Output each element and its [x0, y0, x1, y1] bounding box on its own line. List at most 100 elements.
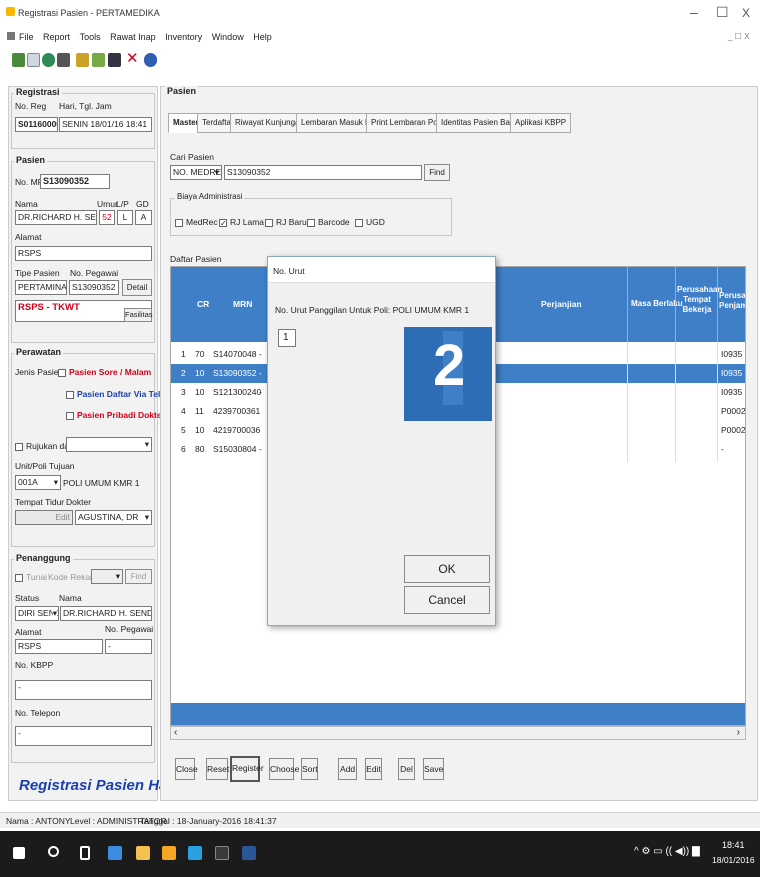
ok-button[interactable]: OK — [404, 555, 490, 583]
detail-button[interactable]: Detail — [122, 279, 152, 296]
menu-rawat-inap[interactable]: Rawat Inap — [110, 32, 156, 42]
col-gridline — [717, 342, 718, 462]
pegawai-field[interactable]: S13090352 — [69, 280, 119, 295]
register-button[interactable]: Register — [230, 756, 264, 782]
clock-date[interactable]: 18/01/2016 — [712, 855, 755, 865]
col-gridline — [675, 342, 676, 462]
close-form-button[interactable]: Close — [175, 758, 198, 780]
explorer-icon[interactable] — [162, 846, 176, 860]
tab-print-poli[interactable]: Print Lembaran Poli — [366, 113, 447, 133]
task-view-icon[interactable] — [80, 846, 90, 860]
alamat-pj-field[interactable]: RSPS — [15, 639, 103, 654]
window-title: Registrasi Pasien - PERTAMEDIKA — [18, 8, 160, 18]
scroll-left-icon[interactable]: ‹ — [174, 727, 177, 738]
cari-input[interactable]: S13090352 — [224, 165, 422, 180]
lp-field[interactable]: L — [117, 210, 133, 225]
pasien-title: Pasien — [14, 155, 48, 165]
sort-button[interactable]: Sort — [301, 758, 318, 780]
add-button[interactable]: Add — [338, 758, 357, 780]
menu-inventory[interactable]: Inventory — [165, 32, 202, 42]
save-button[interactable]: Save — [423, 758, 444, 780]
registrasi-title: Registrasi — [14, 87, 62, 97]
menu-tools[interactable]: Tools — [80, 32, 101, 42]
rujukan-select[interactable]: ▾ — [66, 437, 152, 452]
word-icon[interactable] — [242, 846, 256, 860]
tab-kbpp[interactable]: Aplikasi KBPP — [510, 113, 572, 133]
del-button[interactable]: Del — [398, 758, 415, 780]
menu-report[interactable]: Report — [43, 32, 70, 42]
choose-button[interactable]: Choose — [269, 758, 299, 780]
scroll-right-icon[interactable]: › — [737, 727, 740, 738]
skype-icon[interactable] — [188, 846, 202, 860]
nama-pj-label: Nama — [59, 593, 82, 603]
status-select[interactable]: DIRI SENDIRI▾ — [15, 606, 59, 621]
barcode-checkbox[interactable]: Barcode — [307, 217, 350, 227]
info-icon[interactable] — [144, 53, 157, 67]
horizontal-scrollbar[interactable]: ‹ › — [170, 726, 746, 740]
browser-icon[interactable] — [108, 846, 122, 860]
globe-icon[interactable] — [42, 53, 55, 67]
tools-icon[interactable] — [92, 53, 105, 67]
chevron-down-icon: ▾ — [52, 608, 57, 619]
clock-time[interactable]: 18:41 — [722, 840, 745, 850]
ugd-checkbox[interactable]: UGD — [355, 217, 385, 227]
rj-lama-checkbox[interactable]: ✓ RJ Lama — [219, 217, 264, 227]
dokter-select[interactable]: AGUSTINA, DR ▾ — [75, 510, 152, 525]
kbpp-field[interactable]: - — [15, 680, 152, 700]
dialog-title: No. Urut — [273, 266, 305, 276]
minimize-button[interactable]: – — [690, 4, 698, 20]
tunai-checkbox[interactable]: Tunai — [15, 572, 47, 582]
nama-pj-field[interactable]: DR.RICHARD H. SENDUK M. — [60, 606, 152, 621]
telepon-field[interactable]: - — [15, 726, 152, 746]
tempat-field[interactable]: Edit — [15, 510, 73, 525]
edit-button[interactable]: Edit — [365, 758, 382, 780]
menu-file[interactable]: File — [19, 32, 34, 42]
hari-field[interactable]: SENIN 18/01/16 18:41 — [59, 117, 152, 132]
mdi-controls[interactable]: _ ☐ X — [728, 32, 749, 41]
gd-field[interactable]: A — [135, 210, 152, 225]
tipe-field[interactable]: PERTAMINA — [15, 280, 67, 295]
system-tray[interactable]: ^ ⚙ ▭ (( ◀)) ▇ — [634, 846, 700, 857]
rujukan-checkbox[interactable]: Rujukan dari — [15, 441, 74, 451]
menu-help[interactable]: Help — [253, 32, 272, 42]
restore-button[interactable]: ☐ — [716, 4, 729, 21]
document-icon[interactable] — [27, 53, 40, 67]
daftar-label: Daftar Pasien — [170, 254, 222, 264]
alamat-field[interactable]: RSPS — [15, 246, 152, 261]
find-button[interactable]: Find — [424, 164, 450, 181]
search-icon[interactable] — [48, 846, 59, 857]
no-reg-field[interactable]: S011600003 — [15, 117, 58, 132]
reset-button[interactable]: Reset — [206, 758, 229, 780]
monitor-icon[interactable] — [108, 53, 121, 67]
rj-baru-checkbox[interactable]: RJ Baru — [265, 217, 307, 227]
col-penjamin: Perusah Penjam — [719, 291, 746, 310]
fasilitas-button[interactable]: Fasilitas — [124, 308, 153, 322]
nama-field[interactable]: DR.RICHARD H. SENDUK M. — [15, 210, 97, 225]
folder-icon[interactable] — [136, 846, 150, 860]
start-icon[interactable] — [13, 847, 25, 859]
cancel-icon[interactable]: ✕ — [126, 51, 139, 66]
exit-icon[interactable] — [12, 53, 25, 67]
pasien-sore-option[interactable]: Pasien Sore / Malam — [58, 367, 151, 377]
telepon-label: No. Telepon — [15, 708, 61, 718]
pegawai-label: No. Pegawai — [70, 268, 119, 278]
pegawai-pj-field[interactable]: - — [105, 639, 152, 654]
notes-icon[interactable] — [76, 53, 89, 67]
printer-icon[interactable] — [57, 53, 70, 67]
pasien-pribadi-option[interactable]: Pasien Pribadi Dokter — [66, 410, 165, 420]
medrec-checkbox[interactable]: MedRec — [175, 217, 218, 227]
status-bar: Nama : ANTONY Level : ADMINISTRATOR Tang… — [0, 812, 760, 828]
jenis-label: Jenis Pasien — [15, 367, 64, 377]
menu-window[interactable]: Window — [212, 32, 244, 42]
dokter-label: Dokter — [66, 497, 92, 507]
unit-code-select[interactable]: 001A ▾ — [15, 475, 61, 490]
app-taskbar-icon[interactable] — [215, 846, 229, 860]
umur-field[interactable]: 52 — [99, 210, 115, 225]
no-urut-input[interactable]: 1 — [278, 329, 296, 347]
find-kode-button[interactable]: Find — [125, 569, 152, 584]
cancel-button[interactable]: Cancel — [404, 586, 490, 614]
kode-select[interactable]: ▾ — [91, 569, 123, 584]
cari-type-select[interactable]: NO. MEDREC ▾ — [170, 165, 222, 180]
no-mr-field[interactable]: S13090352 — [40, 174, 110, 189]
close-button[interactable]: X — [742, 6, 750, 20]
